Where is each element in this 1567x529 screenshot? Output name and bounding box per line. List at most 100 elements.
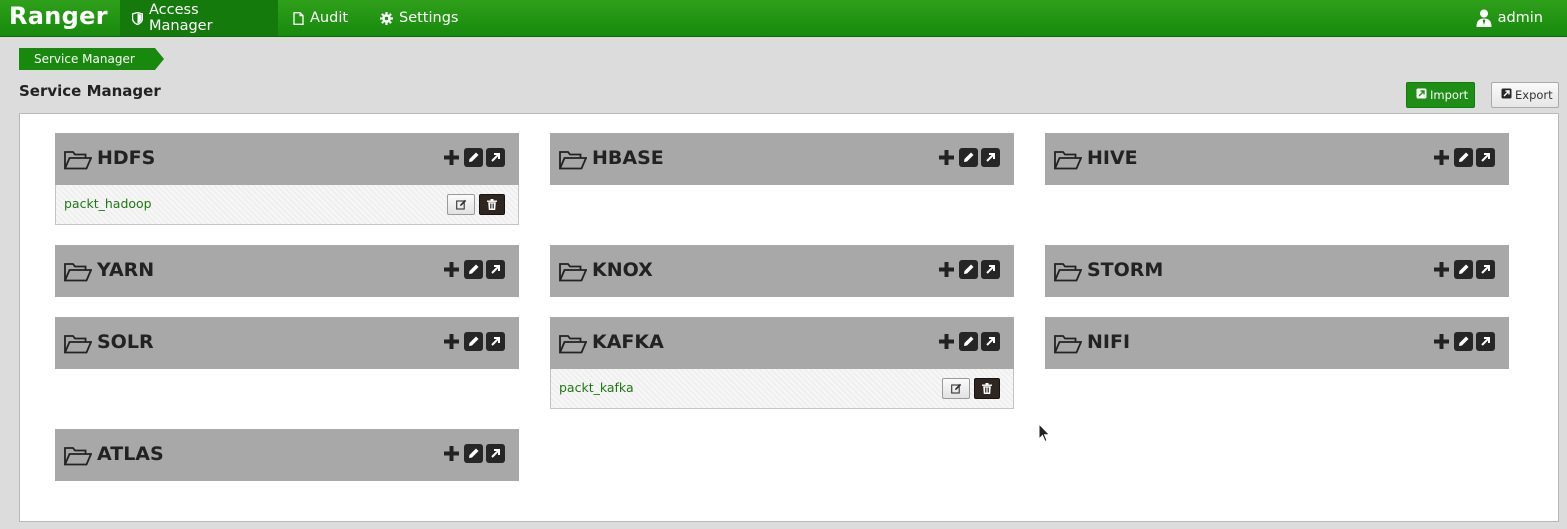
add-service-button[interactable]	[442, 260, 461, 279]
user-menu-label: admin	[1497, 10, 1543, 26]
add-service-button[interactable]	[937, 260, 956, 279]
service-actions	[1432, 332, 1495, 351]
folder-open-icon	[63, 333, 93, 359]
edit-service-button[interactable]	[464, 260, 483, 279]
export-service-button[interactable]	[981, 260, 1000, 279]
folder-open-icon	[63, 261, 93, 287]
service-card-hbase: HBASE	[550, 133, 1014, 185]
service-actions	[442, 444, 505, 463]
service-header: HBASE	[550, 133, 1014, 185]
service-card-solr: SOLR	[55, 317, 519, 369]
add-service-button[interactable]	[442, 148, 461, 167]
breadcrumb: Service Manager	[19, 48, 164, 70]
import-button[interactable]: Import	[1406, 82, 1475, 108]
import-icon	[1416, 88, 1427, 102]
folder-open-icon	[558, 261, 588, 287]
service-name: NIFI	[1087, 331, 1131, 353]
add-service-button[interactable]	[1432, 148, 1451, 167]
add-service-button[interactable]	[442, 444, 461, 463]
export-icon	[1501, 88, 1512, 102]
add-service-button[interactable]	[937, 148, 956, 167]
service-header: NIFI	[1045, 317, 1509, 369]
service-card-nifi: NIFI	[1045, 317, 1509, 369]
edit-service-button[interactable]	[959, 260, 978, 279]
gear-icon	[380, 11, 393, 25]
service-actions	[442, 260, 505, 279]
folder-open-icon	[63, 149, 93, 175]
service-instance-link[interactable]: packt_kafka	[559, 380, 634, 395]
export-button[interactable]: Export	[1491, 82, 1559, 108]
file-icon	[293, 11, 304, 25]
edit-service-button[interactable]	[1454, 260, 1473, 279]
add-service-button[interactable]	[1432, 260, 1451, 279]
service-card-atlas: ATLAS	[55, 429, 519, 481]
folder-open-icon	[1053, 261, 1083, 287]
service-card-hdfs: HDFS packt_hadoop	[55, 133, 519, 225]
edit-service-button[interactable]	[959, 148, 978, 167]
service-instance-link[interactable]: packt_hadoop	[64, 196, 152, 211]
service-name: HDFS	[97, 147, 156, 169]
service-card-hive: HIVE	[1045, 133, 1509, 185]
service-name: HBASE	[592, 147, 664, 169]
edit-service-button[interactable]	[464, 444, 483, 463]
service-header: SOLR	[55, 317, 519, 369]
export-service-button[interactable]	[1476, 260, 1495, 279]
service-name: STORM	[1087, 259, 1164, 281]
service-header: KNOX	[550, 245, 1014, 297]
nav-access-manager[interactable]: Access Manager	[120, 0, 278, 36]
folder-open-icon	[1053, 149, 1083, 175]
edit-service-button[interactable]	[464, 332, 483, 351]
edit-service-button[interactable]	[1454, 332, 1473, 351]
breadcrumb-service-manager[interactable]: Service Manager	[19, 48, 164, 70]
service-header: HIVE	[1045, 133, 1509, 185]
add-service-button[interactable]	[1432, 332, 1451, 351]
service-name: SOLR	[97, 331, 154, 353]
export-service-button[interactable]	[486, 148, 505, 167]
nav-settings-label: Settings	[399, 10, 459, 26]
delete-instance-button[interactable]	[974, 378, 1000, 399]
service-actions	[937, 260, 1000, 279]
add-service-button[interactable]	[442, 332, 461, 351]
service-panel: HDFS packt_hadoop HBASE HIVE YARN KNOX S…	[19, 113, 1559, 522]
edit-service-button[interactable]	[1454, 148, 1473, 167]
service-card-yarn: YARN	[55, 245, 519, 297]
folder-open-icon	[63, 445, 93, 471]
service-card-storm: STORM	[1045, 245, 1509, 297]
service-card-kafka: KAFKA packt_kafka	[550, 317, 1014, 409]
brand-logo[interactable]: Ranger	[9, 2, 108, 30]
user-icon	[1476, 9, 1492, 27]
service-instance-row: packt_hadoop	[55, 185, 519, 225]
delete-instance-button[interactable]	[479, 194, 505, 215]
export-service-button[interactable]	[1476, 332, 1495, 351]
service-actions	[442, 148, 505, 167]
service-card-knox: KNOX	[550, 245, 1014, 297]
service-actions	[1432, 260, 1495, 279]
nav-settings[interactable]: Settings	[368, 0, 470, 36]
export-service-button[interactable]	[1476, 148, 1495, 167]
nav-audit[interactable]: Audit	[281, 0, 360, 36]
service-header: ATLAS	[55, 429, 519, 481]
top-navbar: Ranger Access Manager Audit Settings adm…	[0, 0, 1567, 37]
import-button-label: Import	[1430, 88, 1469, 102]
export-service-button[interactable]	[486, 260, 505, 279]
service-name: HIVE	[1087, 147, 1138, 169]
nav-access-manager-label: Access Manager	[149, 2, 213, 34]
service-header: STORM	[1045, 245, 1509, 297]
edit-instance-button[interactable]	[942, 378, 970, 399]
export-service-button[interactable]	[981, 148, 1000, 167]
edit-instance-button[interactable]	[447, 194, 475, 215]
folder-open-icon	[558, 333, 588, 359]
add-service-button[interactable]	[937, 332, 956, 351]
folder-open-icon	[558, 149, 588, 175]
service-name: KNOX	[592, 259, 653, 281]
nav-audit-label: Audit	[310, 10, 349, 26]
export-service-button[interactable]	[486, 332, 505, 351]
export-service-button[interactable]	[981, 332, 1000, 351]
export-service-button[interactable]	[486, 444, 505, 463]
service-name: ATLAS	[97, 443, 164, 465]
service-actions	[937, 148, 1000, 167]
edit-service-button[interactable]	[464, 148, 483, 167]
edit-service-button[interactable]	[959, 332, 978, 351]
mouse-cursor-icon	[1038, 422, 1051, 448]
user-menu[interactable]: admin	[1464, 0, 1555, 36]
